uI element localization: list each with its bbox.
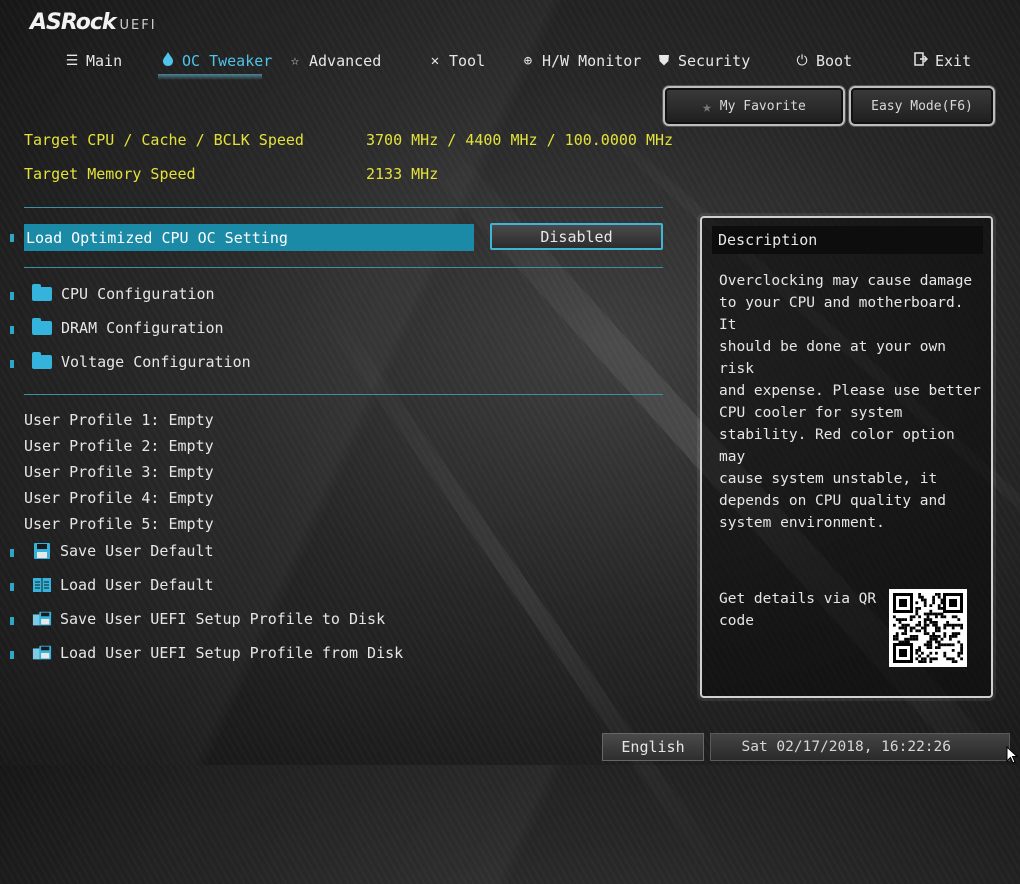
folder-voltage-configuration[interactable]: Voltage Configuration (32, 350, 251, 374)
folder-icon (32, 284, 52, 301)
brand-name: ASRock (30, 10, 117, 35)
book-icon (32, 576, 52, 594)
language-button[interactable]: English (602, 733, 704, 761)
tab-label: Advanced (309, 52, 382, 70)
my-favorite-label: My Favorite (719, 98, 806, 114)
exit-icon (913, 52, 929, 70)
item-marker (10, 617, 14, 625)
my-favorite-button[interactable]: ★ My Favorite (663, 86, 845, 126)
item-marker (10, 360, 14, 368)
language-label: English (621, 738, 685, 756)
tab-oc-tweaker[interactable]: OC Tweaker (160, 50, 272, 72)
load-disk-icon (32, 644, 52, 662)
divider (24, 267, 663, 268)
folder-label: Voltage Configuration (61, 353, 251, 371)
item-marker (10, 583, 14, 591)
qr-caption-line: code (719, 613, 754, 629)
datetime-text: Sat 02/17/2018, 16:22:26 (741, 739, 951, 755)
qr-caption-line: Get details via QR (719, 591, 877, 607)
description-line: and expense. Please use better (719, 383, 981, 399)
folder-label: CPU Configuration (61, 285, 215, 303)
description-text: Overclocking may cause damage to your CP… (719, 270, 981, 534)
qr-caption: Get details via QR code (719, 588, 879, 632)
tab-security[interactable]: ⛊ Security (656, 50, 751, 72)
power-icon: ⏻ (796, 53, 808, 69)
load-user-default-button[interactable]: Load User Default (32, 573, 214, 597)
folder-icon (32, 352, 52, 369)
folder-icon (32, 318, 52, 335)
tab-boot[interactable]: ⏻ Boot (794, 50, 852, 72)
asrock-logo: ASRock UEFI (30, 10, 157, 35)
tab-tool[interactable]: ✕ Tool (427, 50, 485, 72)
tab-label: H/W Monitor (542, 52, 642, 70)
item-marker (10, 326, 14, 334)
item-marker (10, 549, 14, 557)
action-label: Save User UEFI Setup Profile to Disk (60, 610, 386, 628)
user-profile-3: User Profile 3: Empty (24, 463, 214, 481)
description-line: should be done at your own risk (719, 339, 946, 377)
datetime-display: Sat 02/17/2018, 16:22:26 (710, 733, 1010, 761)
info-value: 2133 MHz (366, 165, 439, 183)
tools-icon: ✕ (430, 53, 440, 69)
description-line: Overclocking may cause damage (719, 273, 973, 289)
tab-label: Security (678, 52, 751, 70)
description-line: depends on CPU quality and (719, 493, 946, 509)
user-profile-4: User Profile 4: Empty (24, 489, 214, 507)
save-user-default-button[interactable]: Save User Default (32, 539, 214, 563)
crosshair-icon: ⊕ (523, 53, 533, 69)
load-optimized-cpu-oc-setting[interactable]: Load Optimized CPU OC Setting (24, 224, 474, 251)
easy-mode-button[interactable]: Easy Mode(F6) (849, 86, 995, 126)
tab-hw-monitor[interactable]: ⊕ H/W Monitor (520, 50, 642, 72)
user-profile-2: User Profile 2: Empty (24, 437, 214, 455)
divider (24, 394, 663, 395)
floppy-icon (32, 542, 52, 560)
action-label: Save User Default (60, 542, 214, 560)
top-nav: ☰ Main OC Tweaker ☆ Advanced ✕ Tool ⊕ H/… (0, 50, 1020, 72)
shield-icon: ⛊ (658, 53, 670, 69)
list-icon: ☰ (65, 53, 79, 69)
description-line: system environment. (719, 515, 885, 531)
description-line: to your CPU and motherboard. It (719, 295, 964, 333)
tab-label: Tool (449, 52, 486, 70)
setting-value-select[interactable]: Disabled (490, 223, 663, 250)
description-line: stability. Red color option may (719, 427, 955, 465)
easy-mode-label: Easy Mode(F6) (871, 98, 973, 114)
divider (24, 207, 663, 208)
load-profile-from-disk-button[interactable]: Load User UEFI Setup Profile from Disk (32, 641, 403, 665)
star-icon: ★ (702, 96, 712, 116)
qr-code (889, 589, 967, 667)
setting-label: Load Optimized CPU OC Setting (26, 228, 288, 247)
star-icon: ☆ (290, 53, 300, 69)
description-line: CPU cooler for system (719, 405, 903, 421)
save-profile-to-disk-button[interactable]: Save User UEFI Setup Profile to Disk (32, 607, 385, 631)
item-marker (10, 651, 14, 659)
description-line: cause system unstable, it (719, 471, 938, 487)
action-label: Load User UEFI Setup Profile from Disk (60, 644, 404, 662)
tab-advanced[interactable]: ☆ Advanced (287, 50, 381, 72)
info-value: 3700 MHz / 4400 MHz / 100.0000 MHz (366, 131, 674, 149)
tab-label: Exit (935, 52, 972, 70)
info-label: Target Memory Speed (24, 165, 196, 183)
folder-label: DRAM Configuration (61, 319, 224, 337)
description-title: Description (712, 226, 983, 254)
description-panel: Description Overclocking may cause damag… (700, 216, 993, 698)
item-marker (10, 292, 14, 300)
tab-main[interactable]: ☰ Main (64, 50, 122, 72)
info-label: Target CPU / Cache / BCLK Speed (24, 131, 304, 149)
save-disk-icon (32, 610, 52, 628)
action-label: Load User Default (60, 576, 214, 594)
brand-suffix: UEFI (119, 18, 157, 33)
flame-icon (160, 52, 176, 70)
user-profile-1: User Profile 1: Empty (24, 411, 214, 429)
tab-label: Main (86, 52, 123, 70)
user-profile-5: User Profile 5: Empty (24, 515, 214, 533)
setting-value: Disabled (540, 227, 613, 246)
active-tab-indicator (158, 74, 262, 80)
folder-dram-configuration[interactable]: DRAM Configuration (32, 316, 224, 340)
tab-label: OC Tweaker (182, 52, 273, 70)
tab-exit[interactable]: Exit (913, 50, 971, 72)
tab-label: Boot (816, 52, 853, 70)
folder-cpu-configuration[interactable]: CPU Configuration (32, 282, 215, 306)
item-marker (10, 234, 14, 242)
